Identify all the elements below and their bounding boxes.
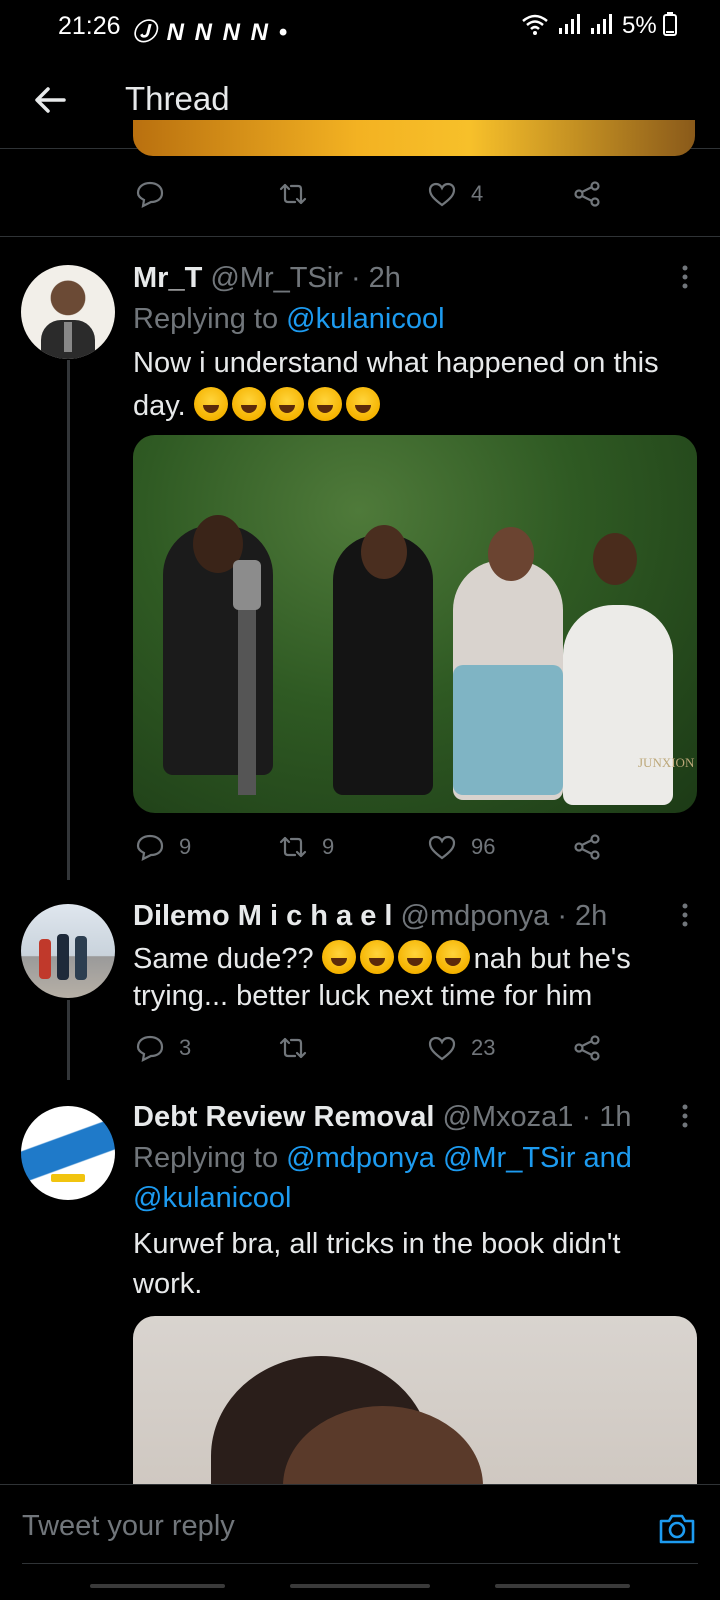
mention-link[interactable]: @kulanicool [286,303,444,335]
comment-icon [136,1035,164,1062]
thread-line [67,360,70,880]
more-vertical-icon [682,903,688,927]
camera-icon [659,1514,695,1544]
tweet-photo[interactable] [133,1316,697,1486]
like-action[interactable]: 4 [427,176,483,212]
replying-to: Replying to @kulanicool [133,303,445,335]
tweet-photo[interactable]: JUNXION [133,435,697,813]
tweet-text: Kurwef bra, all tricks in the book didn'… [133,1228,621,1260]
arrow-left-icon [35,87,66,113]
reply-count: 9 [179,834,192,859]
like-action[interactable]: 23 [427,1030,495,1066]
wifi-icon [522,14,548,35]
share-action[interactable] [572,829,602,865]
laughing-emoji-icon [307,387,342,421]
divider [0,236,720,237]
tweet-author[interactable]: Debt Review Removal @Mxoza1 · 1h [133,1101,631,1134]
retweet-icon [279,1037,307,1059]
battery-percent: 5% [622,12,657,39]
timestamp: · 2h [350,262,401,294]
handle[interactable]: @mdponya [401,900,550,932]
tweet-text-line2: work. [133,1268,203,1300]
laughing-emoji-icon [231,387,266,421]
tweet-author[interactable]: Dilemo M i c h a e l @mdponya · 2h [133,900,607,933]
mention-link[interactable]: @kulanicool [133,1182,291,1215]
comment-icon [136,181,164,208]
share-action[interactable] [572,176,602,212]
nav-recent-apps[interactable] [90,1584,225,1588]
laughing-emoji-icon [193,387,228,421]
more-vertical-icon [682,1104,688,1128]
share-icon [574,834,600,860]
heart-icon [428,835,456,860]
notification-icons: Ⓙ N N N N • [132,19,290,46]
retweet-action[interactable]: 9 [278,829,334,865]
camera-button[interactable] [658,1511,696,1550]
tweet-text-line2: day. [133,387,384,423]
laughing-emoji-icon [269,387,304,421]
photo-watermark: JUNXION [638,755,695,770]
like-count: 23 [471,1035,496,1060]
previous-tweet-media[interactable] [133,120,695,156]
signal-icon [558,14,580,34]
avatar[interactable] [21,1106,115,1200]
mention-link[interactable]: @mdponya @Mr_TSir and [286,1142,632,1174]
retweet-icon [279,836,307,858]
tweet-text: Same dude?? nah but he's [133,940,631,976]
retweet-action[interactable] [278,176,308,212]
avatar[interactable] [21,265,115,359]
back-button[interactable] [30,80,70,120]
retweet-icon [279,183,307,205]
more-options-button[interactable] [680,262,690,292]
display-name[interactable]: Dilemo M i c h a e l [133,900,392,932]
laughing-emoji-icon [345,387,380,421]
reply-underline [22,1563,698,1564]
share-icon [574,1035,600,1061]
tweet-text: Now i understand what happened on this [133,347,659,379]
laughing-emoji-icon [321,940,356,974]
nav-home[interactable] [290,1584,430,1588]
laughing-emoji-icon [359,940,394,974]
display-name[interactable]: Debt Review Removal [133,1101,434,1133]
tweet-text-line2: trying... better luck next time for him [133,980,593,1012]
retweet-count: 9 [322,834,335,859]
battery-icon [663,12,678,36]
share-action[interactable] [572,1030,602,1066]
like-action[interactable]: 96 [427,829,495,865]
display-name[interactable]: Mr_T [133,262,202,294]
replying-to: Replying to @mdponya @Mr_TSir and [133,1142,632,1174]
heart-icon [428,1036,456,1061]
more-vertical-icon [682,265,688,289]
nav-back[interactable] [495,1584,630,1588]
crying-emoji-icon [435,940,470,974]
like-count: 4 [471,181,484,206]
reply-count: 3 [179,1035,192,1060]
laughing-emoji-icon [397,940,432,974]
thread-line [67,1000,70,1080]
timestamp: · 2h [557,900,608,932]
avatar[interactable] [21,904,115,998]
timestamp: · 1h [581,1101,632,1133]
more-options-button[interactable] [680,900,690,930]
system-indicators: 5% [520,12,678,40]
share-icon [574,181,600,207]
reply-action[interactable]: 3 [135,1030,191,1066]
status-time: 21:26 [58,12,121,40]
page-title: Thread [125,80,230,117]
like-count: 96 [471,834,496,859]
handle[interactable]: @Mxoza1 [442,1101,573,1133]
handle[interactable]: @Mr_TSir [210,262,343,294]
reply-input[interactable]: Tweet your reply [22,1510,235,1543]
more-options-button[interactable] [680,1101,690,1131]
signal-icon-2 [591,14,613,34]
heart-icon [428,182,456,207]
retweet-action[interactable] [278,1030,308,1066]
reply-action[interactable]: 9 [135,829,191,865]
comment-icon [136,834,164,861]
reply-action[interactable] [135,176,165,212]
tweet-author[interactable]: Mr_T @Mr_TSir · 2h [133,262,401,295]
